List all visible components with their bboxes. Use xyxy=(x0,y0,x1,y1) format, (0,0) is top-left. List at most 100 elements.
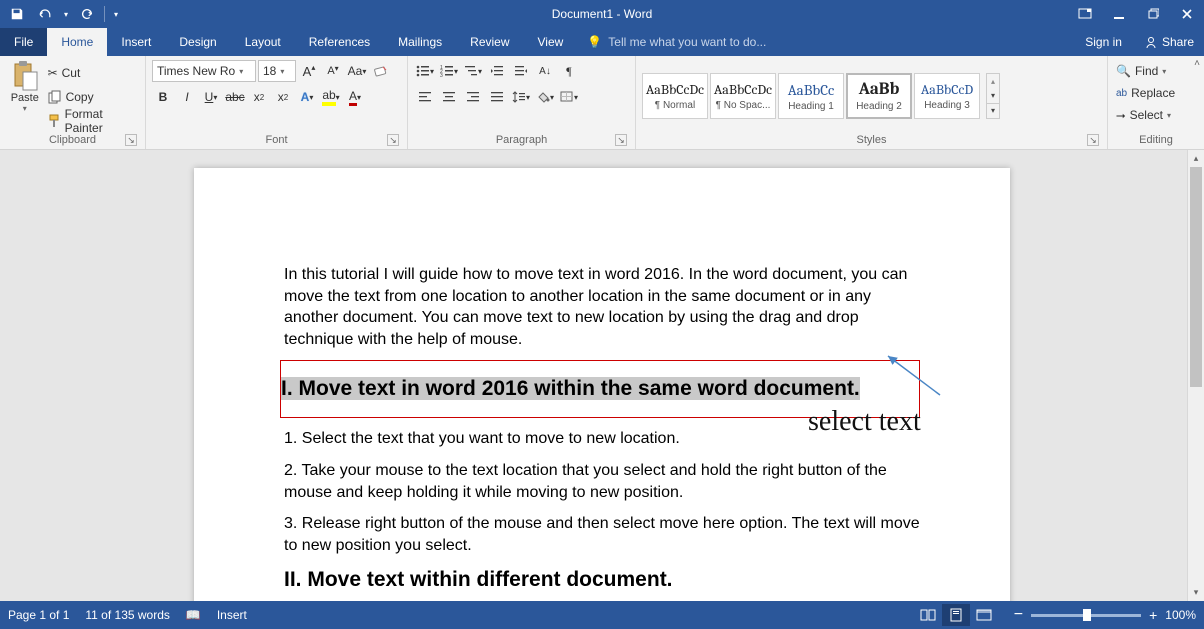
shrink-font-button[interactable]: A▾ xyxy=(322,60,344,82)
align-left-button[interactable] xyxy=(414,86,436,108)
font-group-label: Font xyxy=(265,134,287,146)
vertical-scrollbar[interactable]: ▴ ▾ xyxy=(1187,150,1204,601)
tab-home[interactable]: Home xyxy=(47,28,107,56)
styles-gallery-scroller[interactable]: ▴ ▾ ▾ xyxy=(986,73,1000,119)
underline-button[interactable]: U▾ xyxy=(200,86,222,108)
copy-button[interactable]: Copy xyxy=(48,86,139,108)
shading-button[interactable]: ▾ xyxy=(534,86,556,108)
paragraph-dialog-launcher[interactable]: ↘ xyxy=(615,134,627,146)
italic-button[interactable]: I xyxy=(176,86,198,108)
ribbon-tabs: File Home Insert Design Layout Reference… xyxy=(0,28,1204,56)
strikethrough-button[interactable]: abc xyxy=(224,86,246,108)
clear-formatting-button[interactable] xyxy=(370,60,392,82)
style-tile--normal[interactable]: AaBbCcDc¶ Normal xyxy=(642,73,708,119)
file-tab[interactable]: File xyxy=(0,28,47,56)
decrease-indent-button[interactable] xyxy=(486,60,508,82)
style-tile--no-spac-[interactable]: AaBbCcDc¶ No Spac... xyxy=(710,73,776,119)
style-tile-heading-2[interactable]: AaBbHeading 2 xyxy=(846,73,912,119)
zoom-controls: − + 100% xyxy=(1014,606,1196,624)
style-tile-heading-3[interactable]: AaBbCcDHeading 3 xyxy=(914,73,980,119)
doc-step-3[interactable]: 3. Release right button of the mouse and… xyxy=(284,513,920,556)
zoom-out-button[interactable]: − xyxy=(1014,606,1023,624)
tab-insert[interactable]: Insert xyxy=(107,28,165,56)
numbering-icon: 123 xyxy=(440,65,454,77)
cut-button[interactable]: ✂ Cut xyxy=(48,62,139,84)
font-color-button[interactable]: A▾ xyxy=(344,86,366,108)
format-painter-button[interactable]: Format Painter xyxy=(48,110,139,132)
find-button[interactable]: 🔍 Find ▾ xyxy=(1114,60,1168,82)
quick-access-customize[interactable]: ▾ xyxy=(109,2,123,26)
align-center-button[interactable] xyxy=(438,86,460,108)
collapse-ribbon-button[interactable]: ˄ xyxy=(1194,58,1200,69)
tab-review[interactable]: Review xyxy=(456,28,523,56)
undo-dropdown[interactable]: ▾ xyxy=(60,2,72,26)
multilevel-list-button[interactable]: ▾ xyxy=(462,60,484,82)
tab-layout[interactable]: Layout xyxy=(231,28,295,56)
doc-step-2[interactable]: 2. Take your mouse to the text location … xyxy=(284,460,920,503)
numbering-button[interactable]: 123▾ xyxy=(438,60,460,82)
scroll-down-arrow[interactable]: ▾ xyxy=(1188,584,1204,601)
doc-step-1[interactable]: 1. Select the text that you want to move… xyxy=(284,428,920,450)
sign-in-link[interactable]: Sign in xyxy=(1073,28,1134,56)
save-button[interactable] xyxy=(4,2,30,26)
replace-button[interactable]: ab Replace xyxy=(1114,82,1177,104)
status-mode[interactable]: Insert xyxy=(217,608,247,622)
print-layout-button[interactable] xyxy=(942,604,970,626)
font-size-combo[interactable]: 18▾ xyxy=(258,60,296,82)
grow-font-button[interactable]: A▴ xyxy=(298,60,320,82)
borders-button[interactable]: ▾ xyxy=(558,86,580,108)
document-page[interactable]: In this tutorial I will guide how to mov… xyxy=(194,168,1010,601)
doc-heading-1[interactable]: I. Move text in word 2016 within the sam… xyxy=(281,377,860,400)
close-button[interactable] xyxy=(1170,0,1204,28)
sort-button[interactable]: A↓ xyxy=(534,60,556,82)
web-layout-button[interactable] xyxy=(970,604,998,626)
zoom-level[interactable]: 100% xyxy=(1165,608,1196,622)
zoom-in-button[interactable]: + xyxy=(1149,607,1157,623)
superscript-button[interactable]: x2 xyxy=(272,86,294,108)
paste-button[interactable]: Paste ▾ xyxy=(6,60,44,113)
redo-button[interactable] xyxy=(74,2,100,26)
bullets-button[interactable]: ▾ xyxy=(414,60,436,82)
change-case-button[interactable]: Aa▾ xyxy=(346,60,368,82)
ribbon: Paste ▾ ✂ Cut Copy Format Painter Clipbo… xyxy=(0,56,1204,150)
restore-button[interactable] xyxy=(1136,0,1170,28)
font-dialog-launcher[interactable]: ↘ xyxy=(387,134,399,146)
font-name-combo[interactable]: Times New Ro▾ xyxy=(152,60,256,82)
minimize-button[interactable] xyxy=(1102,0,1136,28)
select-button[interactable]: ⭢ Select ▾ xyxy=(1114,104,1173,126)
tab-design[interactable]: Design xyxy=(165,28,230,56)
tab-view[interactable]: View xyxy=(524,28,578,56)
status-page[interactable]: Page 1 of 1 xyxy=(8,608,69,622)
doc-intro[interactable]: In this tutorial I will guide how to mov… xyxy=(284,264,920,350)
tab-references[interactable]: References xyxy=(295,28,384,56)
scroll-up-arrow[interactable]: ▴ xyxy=(1188,150,1204,167)
line-spacing-button[interactable]: ▾ xyxy=(510,86,532,108)
bold-button[interactable]: B xyxy=(152,86,174,108)
styles-gallery[interactable]: AaBbCcDc¶ NormalAaBbCcDc¶ No Spac...AaBb… xyxy=(642,73,982,119)
zoom-slider[interactable] xyxy=(1031,614,1141,617)
increase-indent-button[interactable] xyxy=(510,60,532,82)
share-label: Share xyxy=(1162,35,1194,49)
clipboard-dialog-launcher[interactable]: ↘ xyxy=(125,134,137,146)
zoom-slider-thumb[interactable] xyxy=(1083,609,1091,621)
text-effects-button[interactable]: A▾ xyxy=(296,86,318,108)
justify-button[interactable] xyxy=(486,86,508,108)
show-hide-button[interactable]: ¶ xyxy=(558,60,580,82)
status-proofing-icon[interactable]: 📖 xyxy=(186,608,201,622)
align-right-button[interactable] xyxy=(462,86,484,108)
tell-me-search[interactable]: 💡 Tell me what you want to do... xyxy=(577,28,766,56)
ribbon-display-options[interactable] xyxy=(1068,0,1102,28)
undo-button[interactable] xyxy=(32,2,58,26)
status-word-count[interactable]: 11 of 135 words xyxy=(85,608,170,622)
read-mode-button[interactable] xyxy=(914,604,942,626)
document-scroll[interactable]: In this tutorial I will guide how to mov… xyxy=(0,150,1204,601)
share-button[interactable]: Share xyxy=(1134,28,1204,56)
format-painter-icon xyxy=(48,114,61,128)
subscript-button[interactable]: x2 xyxy=(248,86,270,108)
styles-dialog-launcher[interactable]: ↘ xyxy=(1087,134,1099,146)
doc-heading-2[interactable]: II. Move text within different document. xyxy=(284,568,920,592)
scrollbar-thumb[interactable] xyxy=(1190,167,1202,387)
highlight-button[interactable]: ab▾ xyxy=(320,86,342,108)
style-tile-heading-1[interactable]: AaBbCcHeading 1 xyxy=(778,73,844,119)
tab-mailings[interactable]: Mailings xyxy=(384,28,456,56)
